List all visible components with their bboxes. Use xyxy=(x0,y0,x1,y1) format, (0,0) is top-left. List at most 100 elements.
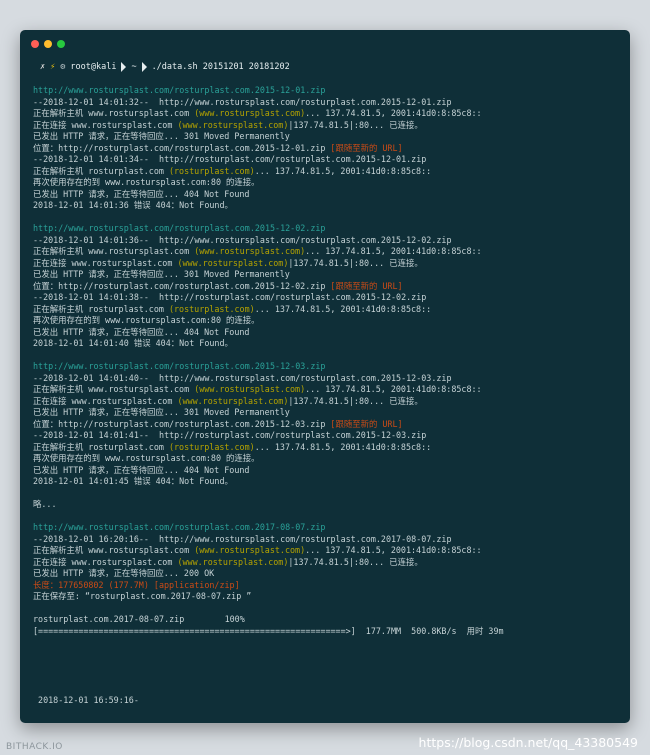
output-segment: http://www.rostursplast.com/rosturplast.… xyxy=(33,85,326,95)
output-segment: 已发出 HTTP 请求，正在等待回应... 301 Moved Permanen… xyxy=(33,407,290,417)
output-line: [=======================================… xyxy=(33,626,622,638)
output-line: rosturplast.com.2017-08-07.zip 100% xyxy=(33,614,622,626)
output-line: --2018-12-01 14:01:34-- http://rosturpla… xyxy=(33,154,622,166)
output-line: 再次使用存在的到 www.rostursplast.com:80 的连接。 xyxy=(33,315,622,327)
close-button[interactable] xyxy=(31,40,39,48)
output-segment: 再次使用存在的到 www.rostursplast.com:80 的连接。 xyxy=(33,453,260,463)
output-segment: --2018-12-01 14:01:36-- http://www.rostu… xyxy=(33,234,452,245)
output-segment: ... 137.74.81.5, 2001:41d0:8:85c8:: xyxy=(305,246,482,256)
output-segment: 正在连接 www.rostursplast.com xyxy=(33,395,178,406)
output-line: 略... xyxy=(33,499,622,511)
output-segment: --2018-12-01 16:20:16-- http://www.rostu… xyxy=(33,533,452,544)
output-line: 正在解析主机 rosturplast.com (rosturplast.com)… xyxy=(33,304,622,316)
output-line: --2018-12-01 16:20:16-- http://www.rostu… xyxy=(33,534,622,546)
output-line: 已发出 HTTP 请求，正在等待回应... 200 OK xyxy=(33,568,622,580)
output-segment: 长度：177650802 (177.7M) [application/zip] xyxy=(33,579,240,590)
output-line: 正在连接 www.rostursplast.com (www.rosturspl… xyxy=(33,557,622,569)
output-line: 2018-12-01 14:01:40 错误 404：Not Found。 xyxy=(33,338,622,350)
output-segment: ... 137.74.81.5, 2001:41d0:8:85c8:: xyxy=(254,441,432,452)
minimize-button[interactable] xyxy=(44,40,52,48)
output-segment: 已发出 HTTP 请求，正在等待回应... 200 OK xyxy=(33,568,215,578)
output-segment: 已发出 HTTP 请求，正在等待回应... 404 Not Found xyxy=(33,464,250,475)
output-segment: ... 137.74.81.5, 2001:41d0:8:85c8:: xyxy=(254,165,432,176)
output-line: 正在连接 www.rostursplast.com (www.rosturspl… xyxy=(33,396,622,408)
watermark-url: https://blog.csdn.net/qq_43380549 xyxy=(418,735,638,750)
output-segment: (www.rostursplast.com) xyxy=(194,545,306,555)
output-segment: 正在连接 www.rostursplast.com xyxy=(33,119,178,130)
output-segment: --2018-12-01 14:01:40-- http://www.rostu… xyxy=(33,372,452,383)
output-line: --2018-12-01 14:01:41-- http://rosturpla… xyxy=(33,430,622,442)
output-segment: (www.rostursplast.com) xyxy=(194,246,306,256)
output-segment: --2018-12-01 14:01:41-- http://rosturpla… xyxy=(33,430,427,440)
output-line: --2018-12-01 14:01:40-- http://www.rostu… xyxy=(33,373,622,385)
output-segment: (rosturplast.com) xyxy=(168,303,255,314)
output-line: 已发出 HTTP 请求，正在等待回应... 301 Moved Permanen… xyxy=(33,407,622,419)
output-line: 再次使用存在的到 www.rostursplast.com:80 的连接。 xyxy=(33,453,622,465)
output-segment: |137.74.81.5|:80... 已连接。 xyxy=(288,395,423,406)
output-line: http://www.rostursplast.com/rosturplast.… xyxy=(33,361,622,373)
output-segment: 2018-12-01 16:59:16- xyxy=(33,694,139,705)
bolt-icon: ⚡ xyxy=(50,62,56,72)
prompt-dir: ~ xyxy=(131,62,137,72)
output-segment: (rosturplast.com) xyxy=(168,165,255,176)
output-segment: http://www.rostursplast.com/rosturplast.… xyxy=(33,361,326,371)
output-segment: 正在解析主机 www.rostursplast.com xyxy=(33,384,195,394)
output-line: --2018-12-01 14:01:36-- http://www.rostu… xyxy=(33,235,622,247)
output-segment: 正在保存至: “rosturplast.com.2017-08-07.zip ” xyxy=(33,591,252,601)
output-segment: 已发出 HTTP 请求，正在等待回应... 404 Not Found xyxy=(33,326,250,337)
output-segment: 再次使用存在的到 www.rostursplast.com:80 的连接。 xyxy=(33,315,260,325)
output-line: 位置：http://rosturplast.com/rosturplast.co… xyxy=(33,143,622,155)
output-line: 已发出 HTTP 请求，正在等待回应... 404 Not Found xyxy=(33,465,622,477)
terminal-output: http://www.rostursplast.com/rosturplast.… xyxy=(33,85,622,706)
output-segment: ... 137.74.81.5, 2001:41d0:8:85c8:: xyxy=(305,108,482,118)
output-segment: 位置：http://rosturplast.com/rosturplast.co… xyxy=(33,418,331,429)
output-segment: |137.74.81.5|:80... 已连接。 xyxy=(288,257,423,268)
output-segment: 正在连接 www.rostursplast.com xyxy=(33,257,178,268)
output-line: 2018-12-01 14:01:36 错误 404：Not Found。 xyxy=(33,200,622,212)
output-line: 正在解析主机 www.rostursplast.com (www.rosturs… xyxy=(33,545,622,557)
output-segment: (www.rostursplast.com) xyxy=(177,119,289,130)
maximize-button[interactable] xyxy=(57,40,65,48)
output-segment: [跟随至新的 URL] xyxy=(330,280,403,291)
output-segment: [跟随至新的 URL] xyxy=(330,418,403,429)
output-segment: 正在解析主机 www.rostursplast.com xyxy=(33,246,195,256)
output-line: --2018-12-01 14:01:32-- http://www.rostu… xyxy=(33,97,622,109)
output-line: 正在连接 www.rostursplast.com (www.rosturspl… xyxy=(33,258,622,270)
output-segment: rosturplast.com.2017-08-07.zip 100% xyxy=(33,614,245,624)
output-line: http://www.rostursplast.com/rosturplast.… xyxy=(33,522,622,534)
output-segment: 正在解析主机 rosturplast.com xyxy=(33,441,169,452)
output-line: 正在解析主机 www.rostursplast.com (www.rosturs… xyxy=(33,246,622,258)
output-segment: 已发出 HTTP 请求，正在等待回应... 301 Moved Permanen… xyxy=(33,131,290,141)
gear-icon: ⚙ xyxy=(60,62,66,72)
output-line: 正在连接 www.rostursplast.com (www.rosturspl… xyxy=(33,120,622,132)
output-segment: ... 137.74.81.5, 2001:41d0:8:85c8:: xyxy=(305,545,482,555)
output-segment: 位置：http://rosturplast.com/rosturplast.co… xyxy=(33,280,331,291)
output-segment: 再次使用存在的到 www.rostursplast.com:80 的连接。 xyxy=(33,177,260,187)
output-segment: (www.rostursplast.com) xyxy=(194,384,306,394)
shell-prompt: ✗ ⚡ ⚙ root@kali ~ ./data.sh 20151201 201… xyxy=(40,62,290,72)
output-segment: --2018-12-01 14:01:38-- http://rosturpla… xyxy=(33,292,427,302)
output-segment: 2018-12-01 14:01:40 错误 404：Not Found。 xyxy=(33,338,233,348)
output-line: 已发出 HTTP 请求，正在等待回应... 301 Moved Permanen… xyxy=(33,131,622,143)
output-segment: http://www.rostursplast.com/rosturplast.… xyxy=(33,223,326,233)
output-segment: ... 137.74.81.5, 2001:41d0:8:85c8:: xyxy=(254,303,432,314)
output-segment: (rosturplast.com) xyxy=(168,441,255,452)
prompt-separator-icon xyxy=(141,62,147,72)
output-segment: (www.rostursplast.com) xyxy=(177,257,289,268)
output-line: 2018-12-01 14:01:45 错误 404：Not Found。 xyxy=(33,476,622,488)
watermark-left: BITHACK.IO xyxy=(6,742,63,752)
output-segment: (www.rostursplast.com) xyxy=(177,395,289,406)
terminal-window: ✗ ⚡ ⚙ root@kali ~ ./data.sh 20151201 201… xyxy=(20,30,630,723)
prompt-user: root@kali xyxy=(70,62,117,72)
output-line: 长度：177650802 (177.7M) [application/zip] xyxy=(33,580,622,592)
output-segment: --2018-12-01 14:01:34-- http://rosturpla… xyxy=(33,154,427,164)
output-segment: 正在解析主机 rosturplast.com xyxy=(33,165,169,176)
